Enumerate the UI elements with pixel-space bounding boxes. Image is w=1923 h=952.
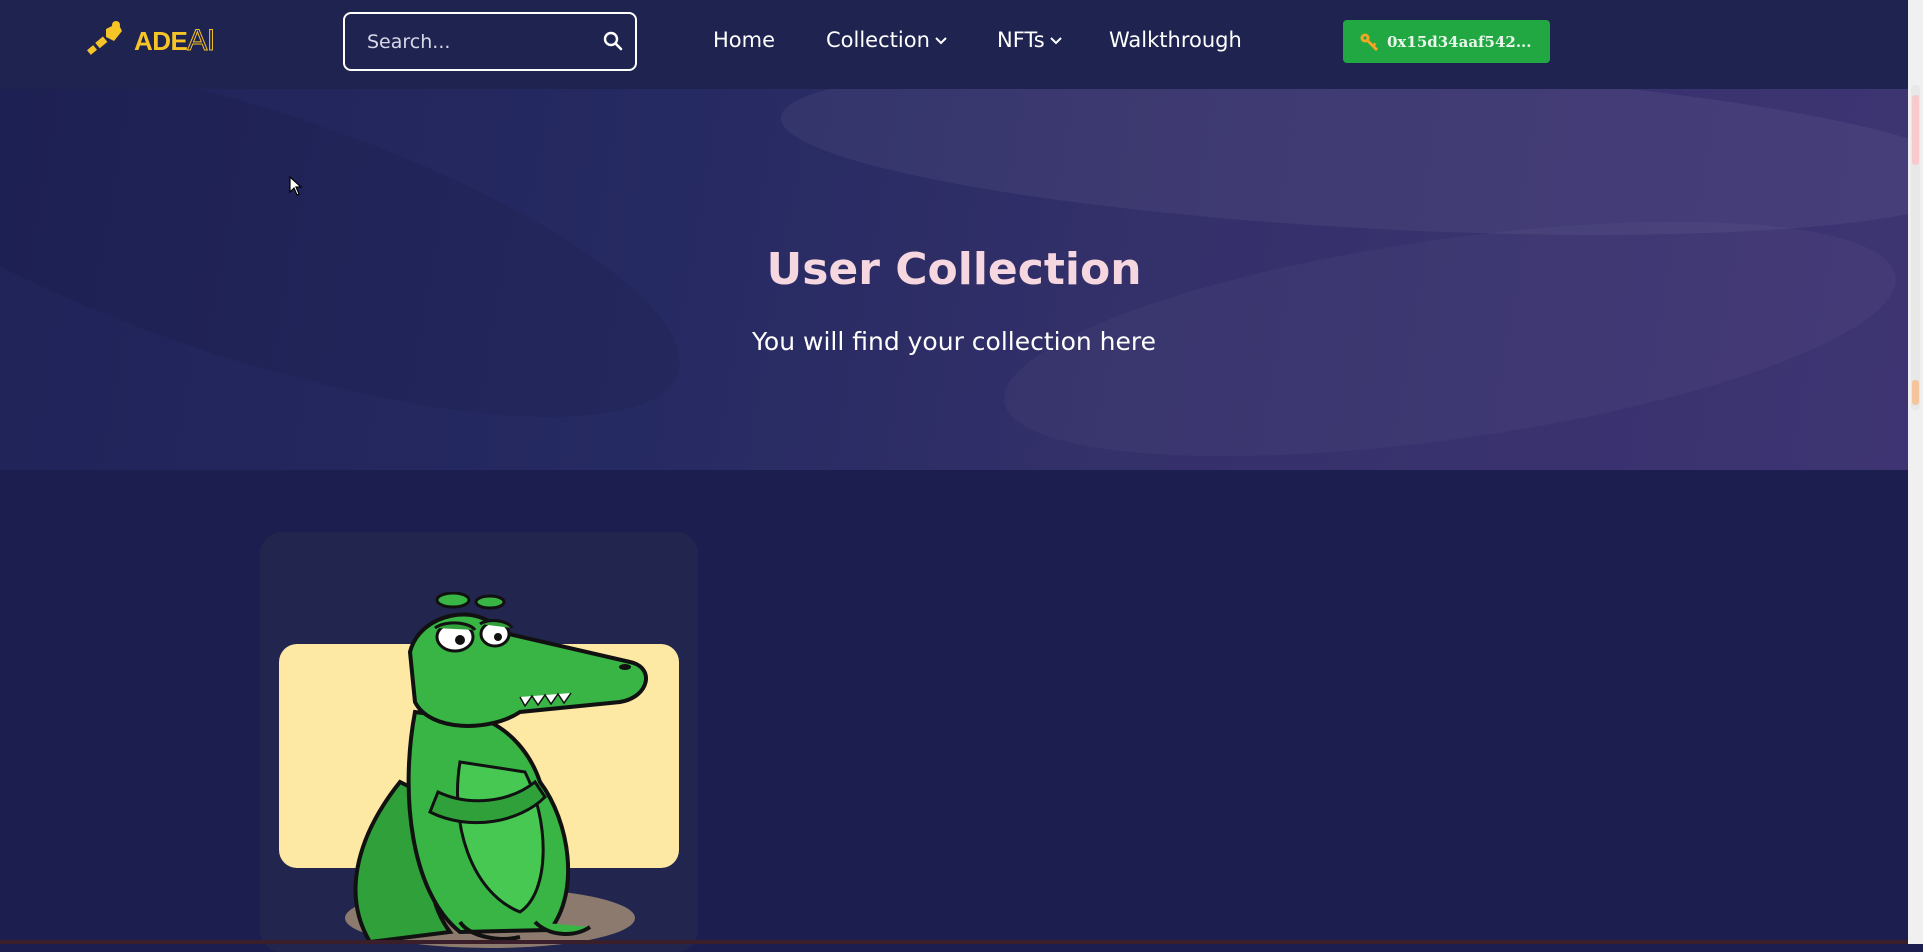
page-subtitle: You will find your collection here bbox=[751, 327, 1157, 356]
nav-collection[interactable]: Collection bbox=[826, 28, 947, 52]
search-icon[interactable] bbox=[603, 31, 623, 51]
hero-banner: User Collection You will find your colle… bbox=[0, 89, 1908, 470]
wallet-button[interactable]: 0x15d34aaf542... bbox=[1343, 20, 1550, 63]
nft-card[interactable] bbox=[260, 532, 698, 952]
page-bottom-edge bbox=[0, 940, 1908, 944]
nav-home[interactable]: Home bbox=[713, 28, 775, 52]
wallet-address: 0x15d34aaf542... bbox=[1387, 32, 1532, 51]
search-input[interactable] bbox=[365, 29, 589, 54]
search-box bbox=[343, 12, 637, 71]
nav-collection-label: Collection bbox=[826, 28, 930, 52]
chevron-down-icon bbox=[1050, 37, 1062, 45]
chevron-down-icon bbox=[935, 37, 947, 45]
page-title: User Collection bbox=[766, 244, 1142, 295]
crocodile-nft-image bbox=[345, 592, 648, 948]
nav-nfts[interactable]: NFTs bbox=[997, 28, 1062, 52]
cursor-icon bbox=[289, 176, 303, 196]
site-logo[interactable]: ADEAI bbox=[84, 18, 216, 64]
nav-walkthrough[interactable]: Walkthrough bbox=[1109, 28, 1242, 52]
nav-home-label: Home bbox=[713, 28, 776, 52]
scrollbar-accent bbox=[1912, 380, 1919, 405]
logo-brush-icon bbox=[87, 21, 122, 55]
nav-nfts-label: NFTs bbox=[997, 28, 1045, 52]
logo-text: ADEAI bbox=[134, 24, 216, 58]
navbar: ADEAI Home Collection NFTs Walkthrough 0 bbox=[0, 0, 1908, 89]
page-scrollbar[interactable] bbox=[1908, 0, 1923, 944]
key-icon bbox=[1360, 33, 1379, 51]
nav-walkthrough-label: Walkthrough bbox=[1109, 28, 1242, 52]
scrollbar-accent bbox=[1912, 95, 1919, 165]
